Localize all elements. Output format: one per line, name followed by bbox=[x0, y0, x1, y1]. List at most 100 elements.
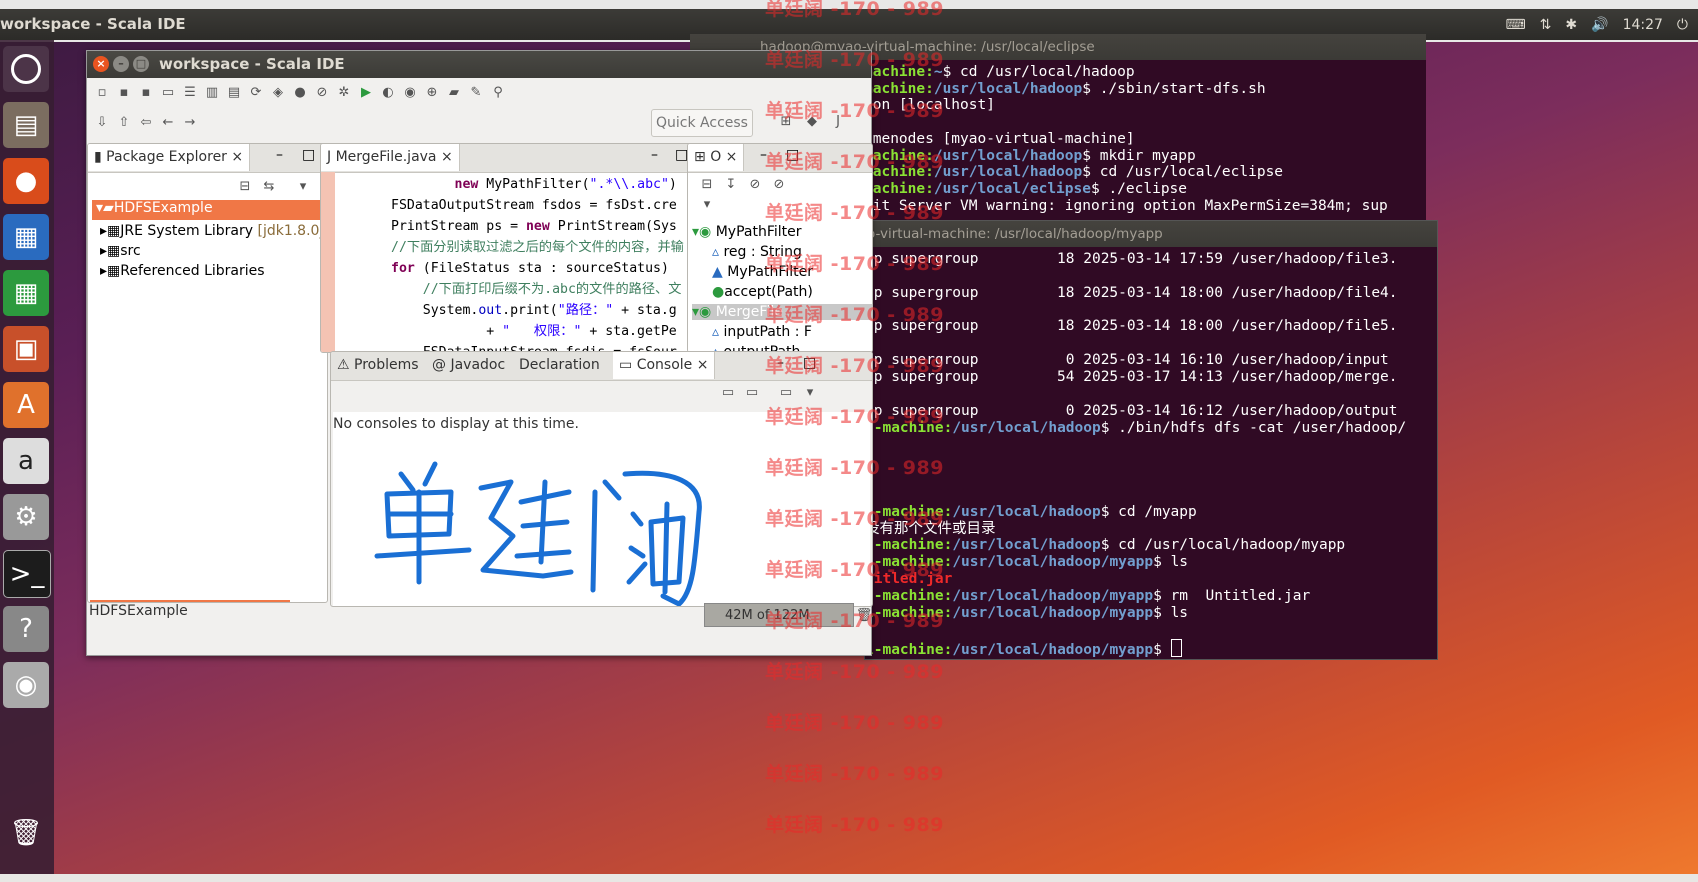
outline-item[interactable]: ▾◉ MyPathFilter bbox=[692, 224, 802, 240]
pin-icon[interactable]: ⚲ bbox=[489, 84, 507, 102]
collapse-arrow-icon[interactable]: ▾ bbox=[92, 200, 103, 216]
save-all-icon[interactable]: ▪ bbox=[137, 84, 155, 102]
expand-arrow-icon[interactable]: ▸ bbox=[100, 223, 107, 239]
collapse-all-icon[interactable]: ⊟ bbox=[236, 178, 254, 196]
keyboard-icon[interactable]: ⌨ bbox=[1505, 17, 1525, 33]
amazon-icon[interactable]: a bbox=[3, 438, 49, 484]
volume-icon[interactable]: 🔊 bbox=[1591, 17, 1608, 33]
minimize-icon[interactable]: – bbox=[651, 147, 658, 163]
watermark-text: 单廷阔 -170 - 989 bbox=[765, 610, 944, 632]
coverage-icon[interactable]: ◐ bbox=[379, 84, 397, 102]
close-icon[interactable]: × bbox=[231, 149, 243, 165]
tab-package-explorer[interactable]: ▮ Package Explorer × bbox=[88, 144, 251, 171]
class-icon: ▾◉ bbox=[692, 304, 712, 320]
files-icon[interactable]: ▤ bbox=[3, 102, 49, 148]
new-class-icon[interactable]: ◉ bbox=[401, 84, 419, 102]
network-icon[interactable]: ⇅ bbox=[1540, 17, 1552, 33]
outline-item[interactable]: ●accept(Path) bbox=[712, 284, 813, 300]
skip-icon[interactable]: ⊘ bbox=[313, 84, 331, 102]
tab-mergefile[interactable]: J MergeFile.java × bbox=[321, 144, 460, 171]
view-menu-icon[interactable]: ▾ bbox=[801, 384, 819, 402]
outline-icon: ⊞ bbox=[694, 149, 706, 165]
handwritten-signature bbox=[374, 461, 702, 606]
software-center-icon[interactable]: A bbox=[3, 382, 49, 428]
terminal-line: l-machine:/usr/local/hadoop$ cd /usr/loc… bbox=[865, 537, 1346, 554]
hide-fields-icon[interactable]: ⊘ bbox=[746, 176, 764, 194]
terminal-line: op supergroup 54 2025-03-17 14:13 /user/… bbox=[865, 368, 1398, 385]
pencil-icon[interactable]: ✎ bbox=[467, 84, 485, 102]
close-icon[interactable]: × bbox=[93, 56, 109, 72]
help-icon[interactable]: ? bbox=[3, 606, 49, 652]
watermark-text: 单廷阔 -170 - 989 bbox=[765, 508, 944, 530]
firefox-icon[interactable]: ● bbox=[3, 158, 49, 204]
constructor-icon: ▲ bbox=[712, 264, 723, 280]
terminal-icon[interactable]: >_ bbox=[3, 550, 51, 598]
impress-icon[interactable]: ▣ bbox=[3, 326, 49, 372]
tree-item-project[interactable]: ▾▰HDFSExample bbox=[92, 200, 324, 220]
open-folder-icon[interactable]: ▰ bbox=[445, 84, 463, 102]
open-type-icon[interactable]: ⊕ bbox=[423, 84, 441, 102]
minimize-icon[interactable]: – bbox=[113, 56, 129, 72]
maximize-icon[interactable]: □ bbox=[133, 56, 149, 72]
back-icon[interactable]: ← bbox=[159, 114, 177, 132]
launcher: ▤ ● ▦ ▦ ▣ A a ⚙ >_ ? ◉ 🗑 bbox=[0, 40, 54, 882]
terminal-line: amenodes [myao-virtual-machine] bbox=[864, 130, 1135, 147]
tree-item-src[interactable]: ▸▦src bbox=[100, 243, 141, 259]
tab-declaration[interactable]: Declaration bbox=[513, 352, 606, 379]
expand-arrow-icon[interactable]: ▸ bbox=[100, 243, 107, 259]
tab-console[interactable]: ▭ Console × bbox=[613, 352, 716, 379]
trash-icon[interactable]: 🗑 bbox=[3, 810, 49, 856]
terminal-window-myapp[interactable]: o-virtual-machine: /usr/local/hadoop/mya… bbox=[864, 220, 1438, 660]
close-icon[interactable]: × bbox=[441, 149, 453, 165]
close-icon[interactable]: × bbox=[697, 357, 709, 373]
tab-problems[interactable]: ⚠ Problems bbox=[331, 352, 425, 379]
run-icon[interactable]: ▶ bbox=[357, 84, 375, 102]
tab-outline[interactable]: ⊞ O × bbox=[688, 144, 745, 171]
terminal-line: op supergroup 18 2025-03-14 18:00 /user/… bbox=[865, 318, 1398, 335]
new-icon[interactable]: ▫ bbox=[93, 84, 111, 102]
clock[interactable]: 14:27 bbox=[1623, 17, 1663, 33]
prev-annotation-icon[interactable]: ⇧ bbox=[115, 114, 133, 132]
tree-item-referenced-libraries[interactable]: ▸▦Referenced Libraries bbox=[100, 263, 265, 279]
sort-icon[interactable]: ↧ bbox=[722, 176, 740, 194]
refresh-icon[interactable]: ⟳ bbox=[247, 84, 265, 102]
new-console-icon[interactable]: ▭ bbox=[777, 384, 795, 402]
collapse-all-icon[interactable]: ⊟ bbox=[698, 176, 716, 194]
writer-icon[interactable]: ▦ bbox=[3, 214, 49, 260]
field-icon: ▵ bbox=[712, 324, 720, 340]
next-annotation-icon[interactable]: ⇩ bbox=[93, 114, 111, 132]
dash-icon[interactable] bbox=[3, 46, 49, 92]
tasks-icon[interactable]: ☰ bbox=[181, 84, 199, 102]
bluetooth-icon[interactable]: ✱ bbox=[1565, 17, 1577, 33]
display-console-icon[interactable]: ▭ bbox=[743, 384, 761, 402]
scala-icon[interactable]: ◈ bbox=[269, 84, 287, 102]
hide-static-icon[interactable]: ⊘ bbox=[770, 176, 788, 194]
calc-icon[interactable]: ▦ bbox=[3, 270, 49, 316]
javadoc-icon[interactable]: ▤ bbox=[225, 84, 243, 102]
forward-icon[interactable]: → bbox=[181, 114, 199, 132]
expand-arrow-icon[interactable]: ▸ bbox=[100, 263, 107, 279]
minimize-icon[interactable]: – bbox=[276, 147, 283, 163]
close-icon[interactable]: × bbox=[726, 149, 738, 165]
view-menu-icon[interactable]: ▾ bbox=[294, 178, 312, 196]
view-menu-icon[interactable]: ▾ bbox=[698, 196, 716, 214]
run-config-icon[interactable]: ● bbox=[291, 84, 309, 102]
open-console-icon[interactable]: ▭ bbox=[719, 384, 737, 402]
terminal-line: l-machine:/usr/local/hadoop/myapp$ bbox=[865, 638, 1182, 658]
tab-javadoc[interactable]: @ Javadoc bbox=[426, 352, 511, 379]
scala-ide-window[interactable]: × – □ workspace - Scala IDE ▫ ▪ ▪ ▭ ☰ ▥ … bbox=[86, 50, 873, 656]
link-editor-icon[interactable]: ⇆ bbox=[260, 178, 278, 196]
last-edit-icon[interactable]: ⇦ bbox=[137, 114, 155, 132]
debug-icon[interactable]: ✲ bbox=[335, 84, 353, 102]
settings-icon[interactable]: ⚙ bbox=[3, 494, 49, 540]
console-toggle-icon[interactable]: ▭ bbox=[159, 84, 177, 102]
build-icon[interactable]: ▥ bbox=[203, 84, 221, 102]
code-line: PrintStream ps = new PrintStream(Sys bbox=[391, 219, 677, 234]
maximize-icon[interactable]: □ bbox=[302, 147, 315, 163]
power-icon[interactable]: ⏻ bbox=[1677, 17, 1688, 33]
save-icon[interactable]: ▪ bbox=[115, 84, 133, 102]
bottom-strip bbox=[0, 874, 1698, 882]
tree-item-jre[interactable]: ▸▦JRE System Library [jdk1.8.0_ bbox=[100, 223, 326, 239]
dvd-icon[interactable]: ◉ bbox=[3, 662, 49, 708]
quick-access-field[interactable]: Quick Access bbox=[651, 109, 753, 137]
